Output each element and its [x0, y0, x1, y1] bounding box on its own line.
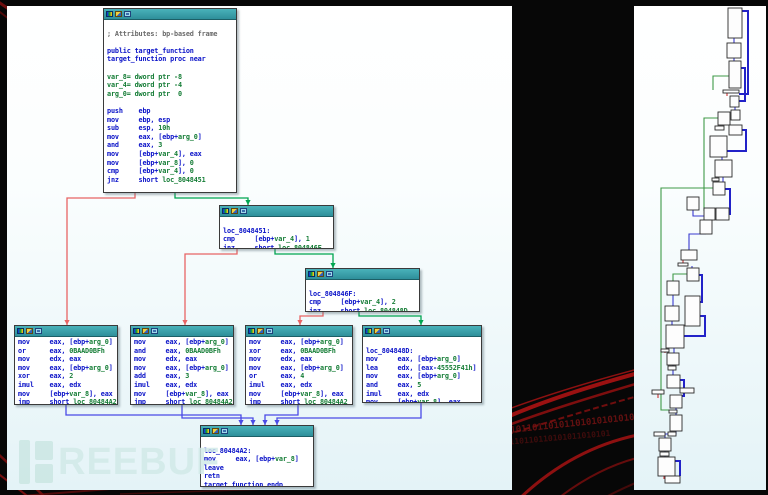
graph-overview-panel[interactable] [634, 6, 766, 490]
node-edit-icon[interactable] [257, 328, 264, 334]
node-edit-icon[interactable] [115, 11, 122, 17]
node-color-icon[interactable] [17, 328, 24, 334]
node-color-icon[interactable] [203, 428, 210, 434]
node-screenshot-icon[interactable] [221, 428, 228, 434]
node-edit-icon[interactable] [231, 208, 238, 214]
disassembly-graph-view[interactable]: ; Attributes: bp-based frame public targ… [7, 6, 512, 490]
freebuf-watermark: REEBUF [19, 440, 220, 484]
node-title-bar[interactable] [15, 326, 117, 337]
node-disassembly-text: mov eax, [ebp+arg_0]or eax, 0BAAD0BFhmov… [15, 337, 117, 405]
node-color-icon[interactable] [222, 208, 229, 214]
node-screenshot-icon[interactable] [35, 328, 42, 334]
graph-node-case1[interactable]: mov eax, [ebp+arg_0]and eax, 0BAAD0BFhmo… [130, 325, 234, 405]
node-screenshot-icon[interactable] [240, 208, 247, 214]
node-screenshot-icon[interactable] [124, 11, 131, 17]
graph-node-case2[interactable]: mov eax, [ebp+arg_0]xor eax, 0BAAD0BFhmo… [245, 325, 353, 405]
freebuf-logo-icon [19, 440, 30, 484]
node-edit-icon[interactable] [317, 271, 324, 277]
node-color-icon[interactable] [308, 271, 315, 277]
node-edit-icon[interactable] [212, 428, 219, 434]
graph-node-entry[interactable]: ; Attributes: bp-based frame public targ… [103, 8, 237, 193]
graph-node-loc_80484A2[interactable]: loc_80484A2:mov eax, [ebp+var_8]leaveret… [200, 425, 314, 487]
graph-node-loc_804846F[interactable]: loc_804846F:cmp [ebp+var_4], 2jnz short … [305, 268, 420, 312]
node-title-bar[interactable] [246, 326, 352, 337]
node-disassembly-text: loc_804846F:cmp [ebp+var_4], 2jnz short … [306, 280, 419, 312]
node-edit-icon[interactable] [142, 328, 149, 334]
node-edit-icon[interactable] [26, 328, 33, 334]
node-screenshot-icon[interactable] [266, 328, 273, 334]
node-color-icon[interactable] [248, 328, 255, 334]
node-title-bar[interactable] [104, 9, 236, 20]
node-title-bar[interactable] [201, 426, 313, 437]
graph-overview [634, 6, 766, 490]
node-title-bar[interactable] [363, 326, 481, 337]
node-title-bar[interactable] [131, 326, 233, 337]
node-title-bar[interactable] [306, 269, 419, 280]
node-disassembly-text: loc_804848D:mov eax, [ebp+arg_0]lea edx,… [363, 337, 481, 403]
graph-node-loc_804848D[interactable]: loc_804848D:mov eax, [ebp+arg_0]lea edx,… [362, 325, 482, 403]
node-disassembly-text: ; Attributes: bp-based frame public targ… [104, 20, 236, 185]
node-screenshot-icon[interactable] [326, 271, 333, 277]
node-disassembly-text: mov eax, [ebp+arg_0]and eax, 0BAAD0BFhmo… [131, 337, 233, 405]
node-color-icon[interactable] [133, 328, 140, 334]
graph-node-loc_8048451[interactable]: loc_8048451:cmp [ebp+var_4], 1jnz short … [219, 205, 334, 249]
node-disassembly-text: mov eax, [ebp+arg_0]xor eax, 0BAAD0BFhmo… [246, 337, 352, 405]
freebuf-logo-icon [35, 441, 53, 483]
graph-node-case0[interactable]: mov eax, [ebp+arg_0]or eax, 0BAAD0BFhmov… [14, 325, 118, 405]
node-edit-icon[interactable] [374, 328, 381, 334]
node-screenshot-icon[interactable] [151, 328, 158, 334]
node-color-icon[interactable] [106, 11, 113, 17]
watermark-text: REEBUF [58, 440, 220, 484]
node-color-icon[interactable] [365, 328, 372, 334]
node-disassembly-text: loc_80484A2:mov eax, [ebp+var_8]leaveret… [201, 437, 313, 487]
node-disassembly-text: loc_8048451:cmp [ebp+var_4], 1jnz short … [220, 217, 333, 249]
node-screenshot-icon[interactable] [383, 328, 390, 334]
screenshot-root: { "app": { "name": "IDA graph view", "fu… [0, 0, 768, 495]
node-title-bar[interactable] [220, 206, 333, 217]
